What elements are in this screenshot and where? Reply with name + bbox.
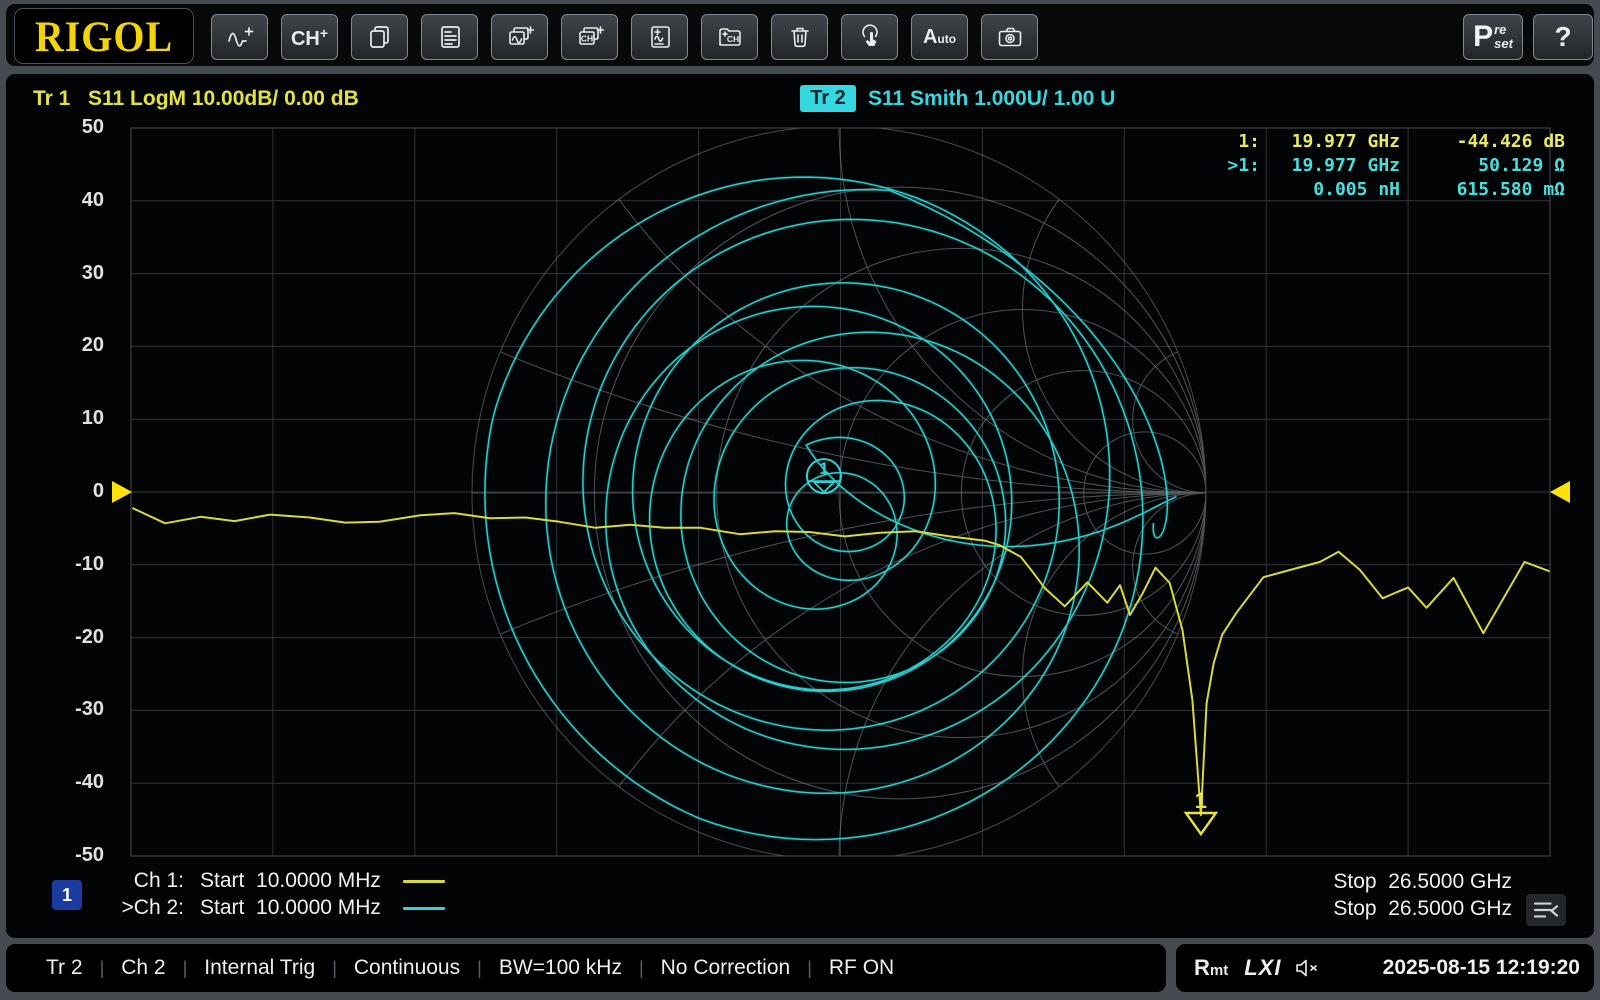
- auto-scale-button[interactable]: Auto: [911, 14, 968, 60]
- toolbar: RIGOL CH+ CH CH Auto P re set ?: [6, 4, 1594, 66]
- y-tick-10: 10: [32, 407, 104, 430]
- trace-color-swatch: [403, 907, 445, 910]
- file-channel-button[interactable]: CH: [701, 14, 758, 60]
- trace1-info: S11 LogM 10.00dB/ 0.00 dB: [88, 87, 359, 111]
- wave-plus-icon: [226, 24, 254, 50]
- marker-readout-freq-2: 19.977 GHz: [1260, 154, 1400, 177]
- remote-indicator: Rmt: [1194, 955, 1228, 981]
- system-status-bar: Rmt LXI 2025-08-15 12:19:20: [1176, 944, 1594, 992]
- screenshot-button[interactable]: [981, 14, 1038, 60]
- marker-readout-label-2: >1:: [1176, 154, 1260, 177]
- lxi-indicator: LXI: [1244, 955, 1281, 981]
- svg-text:CH: CH: [580, 34, 592, 44]
- y-tick--40: -40: [32, 771, 104, 794]
- touch-icon: [856, 24, 884, 50]
- rigol-logo: RIGOL: [14, 8, 194, 64]
- channel-row-2: >Ch 2: Start 10.0000 MHz: [112, 895, 445, 921]
- y-tick-0: 0: [32, 480, 104, 503]
- channel-stop-1: Stop 26.5000 GHz: [1302, 870, 1512, 894]
- y-tick--20: -20: [32, 626, 104, 649]
- status-separator: |: [183, 958, 188, 979]
- status-item-rf-on[interactable]: RF ON: [829, 956, 894, 980]
- win-wave-icon: [506, 24, 534, 50]
- copy-icon: [366, 24, 394, 50]
- folder-ch-icon: CH: [716, 24, 744, 50]
- channel-label: >Ch 2:: [112, 896, 184, 920]
- preset-icon: P re set: [1473, 22, 1513, 52]
- speaker-muted-icon[interactable]: [1295, 957, 1321, 979]
- datetime: 2025-08-15 12:19:20: [1383, 956, 1580, 980]
- y-tick-40: 40: [32, 189, 104, 212]
- svg-text:CH: CH: [726, 34, 738, 44]
- window-trace-add-button[interactable]: [491, 14, 548, 60]
- y-tick--10: -10: [32, 553, 104, 576]
- status-separator: |: [332, 958, 337, 979]
- marker-readout-value-2: 50.129 Ω: [1400, 154, 1565, 177]
- marker-readout: 1:19.977 GHz-44.426 dB >1:19.977 GHz50.12…: [1176, 130, 1565, 201]
- camera-icon: [996, 24, 1024, 50]
- trace1-label[interactable]: Tr 1: [33, 87, 70, 111]
- touch-button[interactable]: [841, 14, 898, 60]
- auto-scale-label: Auto: [923, 27, 956, 47]
- status-separator: |: [477, 958, 482, 979]
- channel-start: Start 10.0000 MHz: [200, 869, 381, 893]
- rigol-logo-text: RIGOL: [35, 11, 173, 62]
- trace2-info: S11 Smith 1.000U/ 1.00 U: [868, 87, 1115, 111]
- y-tick-30: 30: [32, 262, 104, 285]
- channel-start: Start 10.0000 MHz: [200, 896, 381, 920]
- status-item-bw-100-khz[interactable]: BW=100 kHz: [499, 956, 622, 980]
- delete-button[interactable]: [771, 14, 828, 60]
- clip-wave-icon: [646, 24, 674, 50]
- vna-screen: RIGOL CH+CHCHAuto P re set ? 11 Tr 1 S11…: [0, 0, 1600, 1000]
- report-button[interactable]: [421, 14, 478, 60]
- status-separator: |: [100, 958, 105, 979]
- trace-color-swatch: [403, 880, 445, 883]
- display-area: [6, 74, 1594, 938]
- window-channel-add-button[interactable]: CH: [561, 14, 618, 60]
- y-tick--50: -50: [32, 844, 104, 867]
- preset-button[interactable]: P re set: [1463, 14, 1523, 60]
- page-badge[interactable]: 1: [52, 880, 82, 910]
- trace2-label[interactable]: Tr 2: [800, 85, 856, 112]
- status-item-internal-trig[interactable]: Internal Trig: [204, 956, 315, 980]
- trash-icon: [786, 24, 814, 50]
- copy-trace-button[interactable]: [351, 14, 408, 60]
- status-separator: |: [807, 958, 812, 979]
- marker-readout-value-3: 615.580 mΩ: [1400, 178, 1565, 201]
- trace-add-button[interactable]: [211, 14, 268, 60]
- channel-add-button[interactable]: CH+: [281, 14, 338, 60]
- help-icon: ?: [1554, 23, 1571, 51]
- win-ch-icon: CH: [576, 24, 604, 50]
- y-tick-20: 20: [32, 334, 104, 357]
- channel-row-1: Ch 1: Start 10.0000 MHz: [112, 868, 445, 894]
- marker-readout-freq-1: 19.977 GHz: [1260, 130, 1400, 153]
- marker-readout-label-3: [1176, 178, 1260, 201]
- status-item-continuous[interactable]: Continuous: [354, 956, 460, 980]
- status-item-no-correction[interactable]: No Correction: [661, 956, 791, 980]
- status-item-tr-2[interactable]: Tr 2: [46, 956, 83, 980]
- status-separator: |: [639, 958, 644, 979]
- status-bar: Tr 2 | Ch 2 | Internal Trig | Continuous | BW=10…: [6, 944, 1166, 992]
- help-button[interactable]: ?: [1533, 14, 1593, 60]
- channel-stop-2: Stop 26.5000 GHz: [1302, 897, 1512, 921]
- marker-readout-value-1: -44.426 dB: [1400, 130, 1565, 153]
- setup-trace-button[interactable]: [631, 14, 688, 60]
- channel-label: Ch 1:: [112, 869, 184, 893]
- y-tick-50: 50: [32, 116, 104, 139]
- status-item-ch-2[interactable]: Ch 2: [121, 956, 165, 980]
- collapse-menu-button[interactable]: [1526, 894, 1566, 926]
- y-tick--30: -30: [32, 698, 104, 721]
- marker-readout-label-1: 1:: [1176, 130, 1260, 153]
- channel-add-label: CH+: [291, 26, 328, 49]
- marker-readout-freq-3: 0.005 nH: [1260, 178, 1400, 201]
- collapse-icon: [1531, 899, 1561, 921]
- report-icon: [436, 24, 464, 50]
